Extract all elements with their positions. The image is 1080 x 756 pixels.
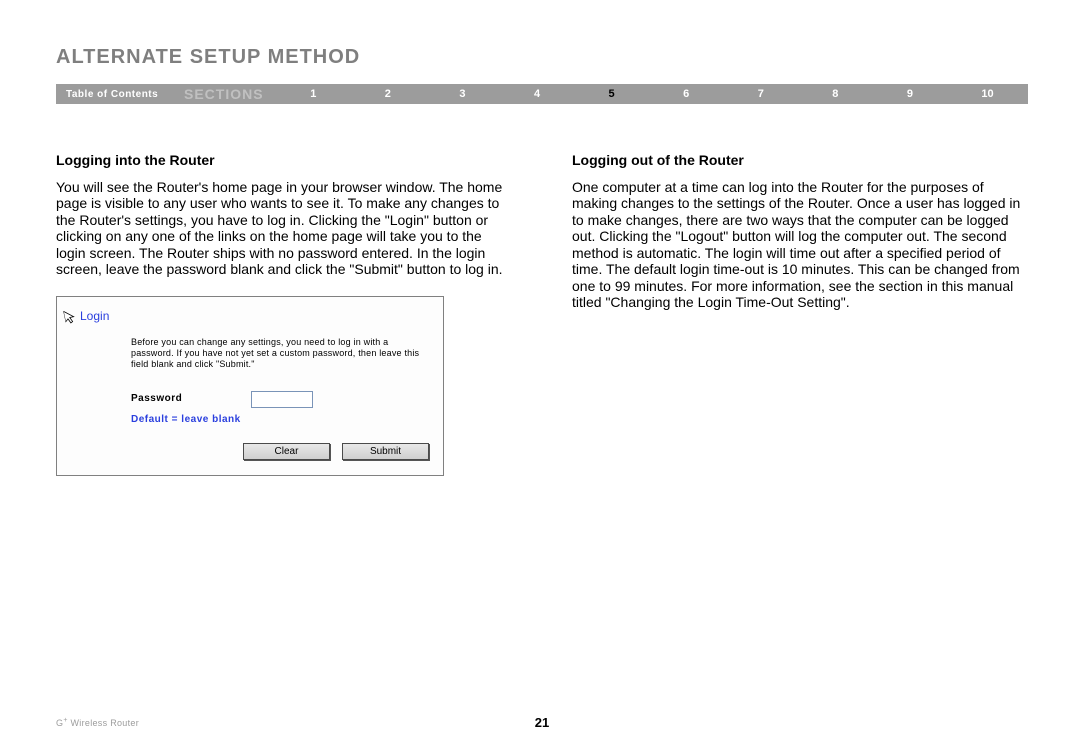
section-8[interactable]: 8 <box>832 88 838 100</box>
submit-button[interactable]: Submit <box>342 443 429 460</box>
section-3[interactable]: 3 <box>459 88 465 100</box>
footer: G+ Wireless Router 21 <box>56 717 1028 728</box>
left-heading: Logging into the Router <box>56 152 512 169</box>
login-instructions: Before you can change any settings, you … <box>131 337 421 371</box>
section-7[interactable]: 7 <box>758 88 764 100</box>
cursor-icon <box>63 309 76 328</box>
footer-wr: Wireless Router <box>68 718 139 728</box>
section-10[interactable]: 10 <box>981 88 993 100</box>
clear-button[interactable]: Clear <box>243 443 330 460</box>
section-numbers: 1 2 3 4 5 6 7 8 9 10 <box>276 88 1028 100</box>
footer-product: G+ Wireless Router <box>56 717 139 728</box>
login-screenshot: Login Before you can change any settings… <box>56 296 444 476</box>
right-body: One computer at a time can log into the … <box>572 179 1028 311</box>
password-input[interactable] <box>251 391 313 408</box>
section-2[interactable]: 2 <box>385 88 391 100</box>
sections-label: SECTIONS <box>184 86 276 102</box>
right-heading: Logging out of the Router <box>572 152 1028 169</box>
page-title: ALTERNATE SETUP METHOD <box>56 46 360 69</box>
section-1[interactable]: 1 <box>310 88 316 100</box>
section-5[interactable]: 5 <box>609 88 615 100</box>
left-body: You will see the Router's home page in y… <box>56 179 512 278</box>
left-column: Logging into the Router You will see the… <box>56 152 512 476</box>
section-9[interactable]: 9 <box>907 88 913 100</box>
default-hint: Default = leave blank <box>131 414 429 426</box>
content-area: Logging into the Router You will see the… <box>56 152 1028 476</box>
right-column: Logging out of the Router One computer a… <box>572 152 1028 476</box>
password-label: Password <box>131 393 251 405</box>
password-row: Password <box>131 391 429 408</box>
login-title: Login <box>80 309 429 323</box>
toc-link[interactable]: Table of Contents <box>56 89 184 100</box>
section-6[interactable]: 6 <box>683 88 689 100</box>
button-row: Clear Submit <box>243 443 429 460</box>
section-nav-bar: Table of Contents SECTIONS 1 2 3 4 5 6 7… <box>56 84 1028 104</box>
page-number: 21 <box>535 715 549 730</box>
section-4[interactable]: 4 <box>534 88 540 100</box>
